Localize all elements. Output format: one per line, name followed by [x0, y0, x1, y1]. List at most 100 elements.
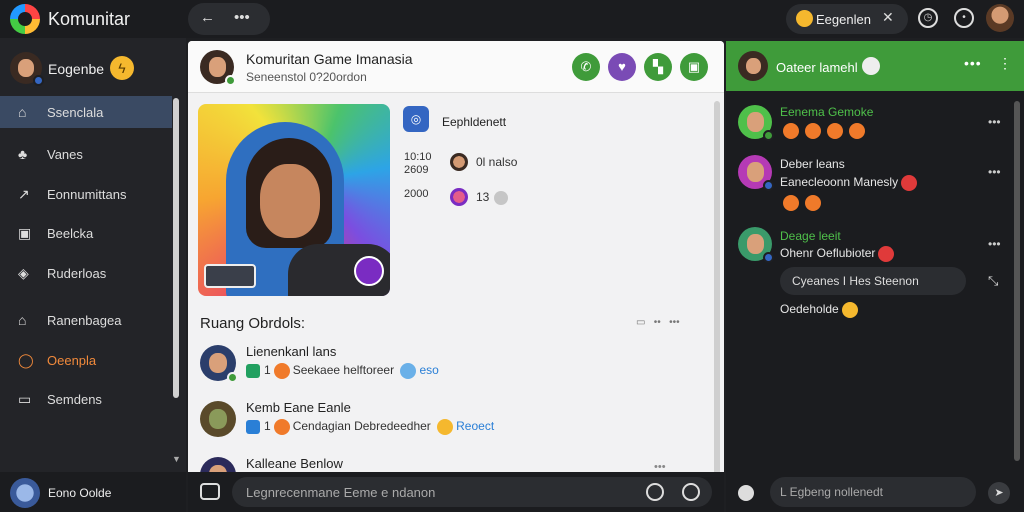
- room-tools-icon[interactable]: ▭ •• •••: [636, 317, 680, 328]
- call-button[interactable]: ✆: [572, 53, 600, 81]
- pin-icon[interactable]: ✕: [882, 9, 894, 26]
- app-logo-icon: [10, 4, 40, 34]
- message-more-icon[interactable]: •••: [988, 237, 1001, 251]
- game-badge-icon: [354, 256, 384, 286]
- chat-scrollbar[interactable]: [1014, 101, 1020, 461]
- footer-user-name: Eono Oolde: [48, 486, 112, 500]
- sidebar-item-label: Eonnumittans: [47, 187, 127, 202]
- message-avatar[interactable]: [738, 227, 774, 263]
- sidebar-item-communities[interactable]: ↗ Eonnumittans: [0, 178, 172, 210]
- stat-avatar[interactable]: [450, 153, 468, 171]
- message-author: Eenema Gemoke: [780, 105, 874, 119]
- sidebar-item-games[interactable]: ♣ Vanes: [0, 138, 172, 170]
- sidebar-item-home[interactable]: ⌂ Ssenclala: [0, 96, 172, 128]
- info-icon[interactable]: ◎: [403, 106, 429, 132]
- avatar-face: [208, 57, 226, 77]
- message-avatar[interactable]: [738, 155, 774, 191]
- avatar-face: [745, 57, 761, 75]
- message-more-icon[interactable]: •••: [988, 165, 1001, 179]
- message-text: Ohenr Oeflubioter: [780, 246, 897, 262]
- sidebar-user-avatar[interactable]: [10, 52, 44, 86]
- user-avatar[interactable]: [986, 4, 1014, 32]
- top-bar: Komunitar ← ••• Eegenlen ✕ ◷ •: [0, 0, 1024, 38]
- avatar-face: [746, 112, 764, 132]
- avatar-face: [209, 464, 227, 472]
- list-item[interactable]: Kemb Eane Eanle 1 Cendagian Debredeedher …: [188, 393, 724, 449]
- reaction-button[interactable]: ♥: [608, 53, 636, 81]
- avatar-face: [18, 59, 34, 77]
- sidebar-item-chat[interactable]: ◯ Oeenpla: [0, 344, 172, 376]
- more-icon[interactable]: •••: [234, 9, 250, 26]
- list-item-tag[interactable]: eso: [419, 363, 438, 377]
- clock-icon[interactable]: ◷: [918, 8, 938, 28]
- message-author: Deber leans: [780, 157, 845, 171]
- help-icon[interactable]: •: [954, 8, 974, 28]
- scroll-down-icon[interactable]: ▼: [172, 454, 181, 464]
- message-input[interactable]: Legnrecenmane Eeme e ndanon: [232, 477, 712, 507]
- list-item[interactable]: Lienenkanl lans 1 Seekaee helftoreer eso: [188, 337, 724, 393]
- list-avatar[interactable]: [200, 401, 236, 437]
- emoji-icon: [849, 123, 865, 139]
- stat-avatar[interactable]: [450, 188, 468, 206]
- app-title: Komunitar: [48, 9, 131, 29]
- screen-button[interactable]: ▣: [680, 53, 708, 81]
- chat-title: Oateer lamehl: [776, 60, 858, 75]
- online-badge-icon: [763, 130, 774, 141]
- sidebar-item-settings[interactable]: ▭ Semdens: [0, 383, 172, 415]
- sidebar-item-label: Oeenpla: [47, 353, 97, 368]
- avatar-face: [746, 234, 764, 254]
- main-panel: Komuritan Game Imanasia Seneenstol 0?20o…: [188, 41, 724, 472]
- sidebar-item-library[interactable]: ▣ Beelcka: [0, 217, 172, 249]
- chat-panel: Oateer lamehl ••• ⋮ Eenema Gemoke ••• De…: [726, 41, 1024, 512]
- message-author: Deage leeit: [780, 229, 841, 243]
- online-badge-icon: [225, 75, 236, 86]
- featured-image[interactable]: [198, 104, 390, 296]
- list-item-name: Kemb Eane Eanle: [246, 400, 351, 415]
- expand-icon[interactable]: ⤡: [988, 273, 998, 289]
- message-more-icon[interactable]: •••: [988, 115, 1001, 129]
- list-item-meta: 1 Cendagian Debredeedher Reoect: [246, 419, 494, 435]
- quoted-reply[interactable]: Cyeanes I Hes Steenon: [780, 267, 966, 295]
- sidebar-scrollbar[interactable]: [173, 98, 179, 398]
- emoji-icon: [841, 302, 858, 318]
- message-text: Oedeholde: [780, 302, 861, 318]
- sidebar-item-shield[interactable]: ◈ Ruderloas: [0, 257, 172, 289]
- kebab-icon[interactable]: ⋮: [998, 55, 1012, 72]
- more-icon[interactable]: •••: [964, 55, 982, 71]
- channel-avatar[interactable]: [200, 50, 236, 86]
- send-icon[interactable]: ➤: [988, 482, 1010, 504]
- message-body: Ohenr Oeflubioter: [780, 246, 876, 261]
- flag-button[interactable]: ▚: [644, 53, 672, 81]
- info-label: Eephldenett: [442, 115, 507, 129]
- chat-input[interactable]: L Egbeng nollenedt: [770, 477, 976, 507]
- list-item-count: 1: [264, 419, 271, 434]
- emoji-picker-icon[interactable]: [646, 483, 664, 501]
- add-icon[interactable]: [738, 485, 754, 501]
- chat-avatar[interactable]: [738, 51, 768, 81]
- list-avatar[interactable]: [200, 457, 236, 472]
- room-title: Ruang Obrdols:: [200, 315, 306, 332]
- attach-icon[interactable]: [682, 483, 700, 501]
- emoji-icon: [273, 363, 290, 379]
- message-composer: Legnrecenmane Eeme e ndanon: [188, 472, 724, 512]
- row-more-icon[interactable]: •••: [654, 461, 666, 472]
- main-scrollbar[interactable]: [714, 101, 720, 472]
- message-avatar[interactable]: [738, 105, 774, 141]
- camera-icon[interactable]: [200, 483, 220, 500]
- online-badge-icon: [33, 75, 44, 86]
- footer-avatar[interactable]: [10, 478, 40, 508]
- online-badge-icon: [227, 372, 238, 383]
- list-item[interactable]: Kalleane Benlow •••: [188, 449, 724, 472]
- shield-icon: ◈: [18, 265, 29, 281]
- chat-icon: ◯: [18, 352, 34, 368]
- emoji-icon: [273, 419, 290, 435]
- list-item-tag[interactable]: Reoect: [456, 419, 494, 433]
- stat-text: 13: [476, 190, 490, 204]
- sidebar-footer: Eono Oolde: [0, 472, 186, 512]
- list-avatar[interactable]: [200, 345, 238, 383]
- online-badge-icon: [763, 252, 774, 263]
- status-pill[interactable]: Eegenlen ✕: [786, 4, 908, 34]
- back-arrow-icon[interactable]: ←: [200, 9, 215, 26]
- sidebar-item-store[interactable]: ⌂ Ranenbagea: [0, 304, 172, 336]
- emoji-icon: [805, 123, 821, 139]
